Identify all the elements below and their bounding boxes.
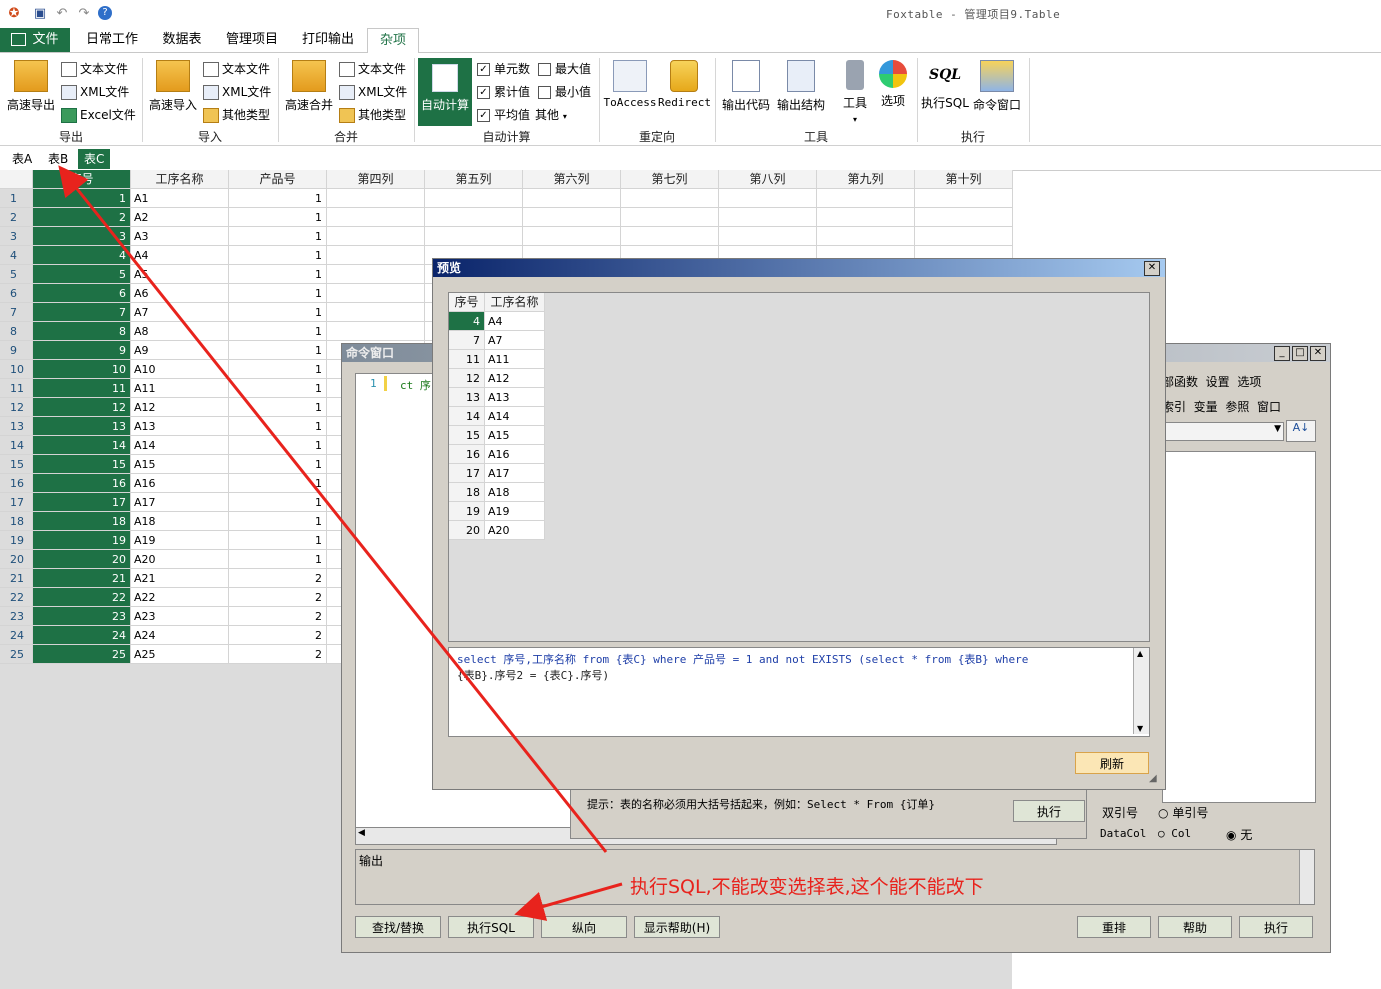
arrow-to-sheet-tab-b	[58, 165, 608, 853]
annotation-arrows	[58, 165, 623, 921]
arrow-to-exec-sql	[514, 882, 623, 921]
annotation-text: 执行SQL,不能改变选择表,这个能不能改下	[630, 876, 984, 898]
